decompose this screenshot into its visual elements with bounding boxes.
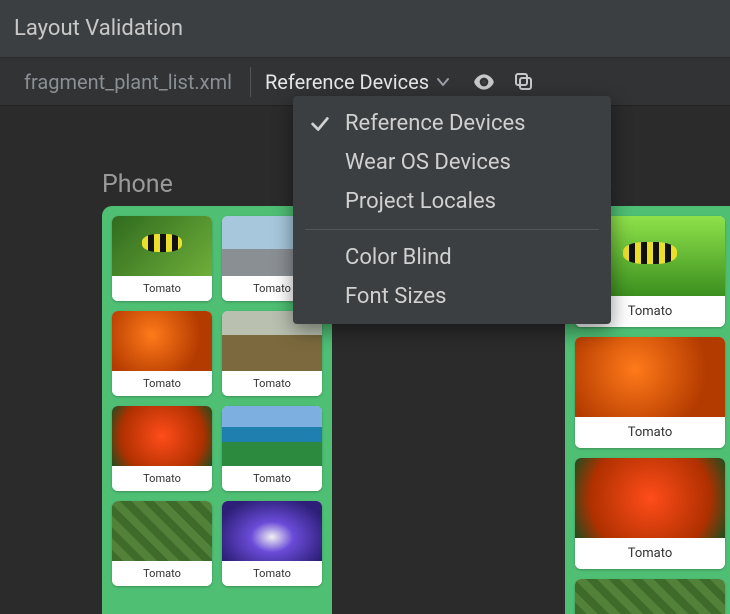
device-category-dropdown[interactable]: Reference Devices — [259, 64, 457, 100]
thumbnail-image — [575, 337, 725, 417]
breadcrumb-file[interactable]: fragment_plant_list.xml — [14, 64, 242, 100]
list-item[interactable]: Tomato — [575, 579, 725, 614]
list-item[interactable]: Tomato — [222, 406, 322, 491]
card-caption: Tomato — [112, 371, 212, 396]
list-item[interactable]: Tomato — [112, 501, 212, 586]
menu-item-font-sizes[interactable]: Font Sizes — [293, 277, 611, 316]
card-caption: Tomato — [222, 561, 322, 586]
card-caption: Tomato — [112, 276, 212, 301]
list-item[interactable]: Tomato — [112, 406, 212, 491]
toolbar-icons — [471, 69, 537, 95]
menu-item-project-locales[interactable]: Project Locales — [293, 182, 611, 221]
menu-item-color-blind[interactable]: Color Blind — [293, 238, 611, 277]
list-item[interactable]: Tomato — [575, 458, 725, 569]
copy-icon[interactable] — [511, 69, 537, 95]
menu-item-label: Wear OS Devices — [345, 150, 511, 175]
list-item[interactable]: Tomato — [112, 311, 212, 396]
check-icon — [307, 113, 333, 135]
card-caption: Tomato — [575, 417, 725, 448]
dropdown-selected-label: Reference Devices — [265, 70, 429, 94]
thumbnail-image — [575, 458, 725, 538]
card-caption: Tomato — [222, 371, 322, 396]
thumbnail-image — [112, 501, 212, 561]
menu-item-label: Font Sizes — [345, 284, 446, 309]
thumbnail-image — [575, 579, 725, 614]
menu-item-reference-devices[interactable]: Reference Devices — [293, 104, 611, 143]
card-caption: Tomato — [222, 466, 322, 491]
thumbnail-image — [112, 216, 212, 276]
thumbnail-image — [222, 501, 322, 561]
menu-item-label: Color Blind — [345, 245, 452, 270]
thumbnail-image — [222, 406, 322, 466]
device-category-menu: Reference Devices Wear OS Devices Projec… — [293, 96, 611, 324]
list-item[interactable]: Tomato — [222, 501, 322, 586]
card-caption: Tomato — [112, 466, 212, 491]
card-caption: Tomato — [112, 561, 212, 586]
menu-item-label: Project Locales — [345, 189, 496, 214]
chevron-down-icon — [435, 74, 451, 90]
thumbnail-image — [112, 406, 212, 466]
card-caption: Tomato — [575, 538, 725, 569]
menu-item-label: Reference Devices — [345, 111, 526, 136]
device-label-phone: Phone — [102, 170, 173, 199]
breadcrumb-separator — [250, 67, 251, 97]
page-title: Layout Validation — [14, 16, 183, 41]
visibility-icon[interactable] — [471, 69, 497, 95]
menu-separator — [305, 229, 599, 230]
list-item[interactable]: Tomato — [112, 216, 212, 301]
app-header: Layout Validation — [0, 0, 730, 58]
list-item[interactable]: Tomato — [575, 337, 725, 448]
thumbnail-image — [112, 311, 212, 371]
card-grid: Tomato Tomato Tomato Tomato Tomato Tomato Toma… — [112, 216, 322, 586]
menu-item-wear-os-devices[interactable]: Wear OS Devices — [293, 143, 611, 182]
